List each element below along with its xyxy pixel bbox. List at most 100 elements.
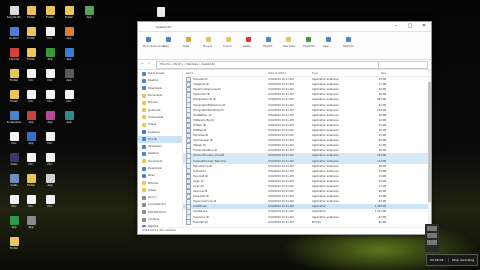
nav-item-label: Local Disk (D:) <box>148 203 167 207</box>
desktop-icon[interactable]: Doc <box>39 194 61 216</box>
nav-item-label: Screenshots <box>148 115 164 119</box>
nav-item[interactable]: OneDrive <box>138 128 182 135</box>
app-icon <box>45 111 55 120</box>
desktop-icon[interactable]: App <box>58 47 80 69</box>
nav-item[interactable]: Videos <box>138 121 182 128</box>
forward-arrow-icon[interactable]: → <box>147 61 150 66</box>
ribbon-icon[interactable] <box>146 37 151 42</box>
nav-item[interactable]: Screenshots <box>138 114 182 121</box>
file-date: 3/19/2019 10:11 AM <box>268 144 294 148</box>
nav-item[interactable]: Desktop <box>138 77 182 84</box>
ribbon-icon[interactable] <box>226 37 231 42</box>
nav-item[interactable]: OS (C:) <box>138 194 182 201</box>
file-type: Application extension <box>312 154 339 158</box>
nav-item-label: CD Drive <box>148 218 160 222</box>
file-icon[interactable] <box>157 7 165 17</box>
file-name: hvax64.exe <box>193 210 208 214</box>
nav-item[interactable]: Downloads <box>138 165 182 172</box>
nav-item-label: JavaScript <box>148 108 161 112</box>
app-icon <box>26 6 36 15</box>
nav-item[interactable]: Quick access <box>138 70 182 77</box>
file-size: 15 KB <box>378 174 386 178</box>
folder-icon <box>142 108 146 113</box>
file-date: 3/19/2019 10:11 AM <box>268 205 294 209</box>
file-name: HrtfDsp.dll <box>193 128 207 132</box>
file-type: Application extension <box>312 98 339 102</box>
nav-item-label: DVD RW Drive <box>148 210 166 214</box>
nav-item-label: Pictures <box>148 181 158 185</box>
file-type: Application extension <box>312 200 339 204</box>
file-date: 3/19/2019 10:11 AM <box>268 195 294 199</box>
nav-item[interactable]: DVD RW Drive <box>138 209 182 216</box>
app-icon <box>9 27 19 36</box>
column-type[interactable]: Type <box>312 72 356 75</box>
file-date: 3/19/2019 10:11 AM <box>268 154 294 158</box>
nav-item[interactable]: Documents <box>138 92 182 99</box>
desktop-icon-label: Doc <box>47 163 53 166</box>
app-icon <box>64 111 74 120</box>
desktop-icon[interactable]: Doc <box>39 131 61 153</box>
file-type: Application extension <box>312 179 339 183</box>
nav-item[interactable]: Pictures <box>138 99 182 106</box>
file-date: 3/19/2019 10:11 AM <box>268 78 294 82</box>
search-input[interactable] <box>378 61 428 69</box>
minimize-button[interactable]: – <box>389 22 403 31</box>
file-size: 67 KB <box>378 215 386 219</box>
file-date: 3/19/2019 10:11 AM <box>268 149 294 153</box>
ribbon-label: New folder <box>283 45 296 48</box>
nav-item[interactable]: This PC <box>138 135 182 143</box>
back-arrow-icon[interactable]: ← <box>141 61 144 66</box>
ribbon-icon[interactable] <box>166 37 171 42</box>
address-bar[interactable]: This PC > OS (C:) > Windows > System32 <box>156 61 379 69</box>
folder-icon <box>142 115 146 120</box>
nav-item[interactable]: CD Drive <box>138 216 182 223</box>
nav-item[interactable]: JavaScript <box>138 106 182 113</box>
desktop-icon[interactable]: Doc <box>58 89 80 111</box>
desktop-icon-label: App <box>66 121 72 124</box>
stop-recording-button[interactable]: Stop recording <box>448 258 474 262</box>
column-date[interactable]: Date modified <box>268 72 312 75</box>
file-size: 30 KB <box>378 149 386 153</box>
file-name: HypervisorCore.dll <box>193 200 217 204</box>
desktop-icon[interactable]: App <box>20 215 42 237</box>
ribbon-icon[interactable] <box>346 37 351 42</box>
ribbon-icon[interactable] <box>186 37 191 42</box>
desktop-icon[interactable]: App <box>58 110 80 132</box>
maximize-button[interactable]: □ <box>403 22 417 31</box>
desktop-icon[interactable]: App <box>78 5 100 27</box>
desktop-icon[interactable]: Folder <box>58 5 80 27</box>
file-size: 26 KB <box>378 93 386 97</box>
nav-item[interactable]: Local Disk (D:) <box>138 201 182 208</box>
file-row[interactable]: hvloader.efi 3/19/2019 10:11 AM EFI File 82… <box>183 219 431 225</box>
nav-item-label: Videos <box>148 188 157 192</box>
desktop-icon-label: App <box>66 58 72 61</box>
ribbon-icon[interactable] <box>246 37 251 42</box>
nav-item[interactable]: Downloads <box>138 85 182 92</box>
nav-item[interactable]: 3D Objects <box>138 143 182 150</box>
recording-toolbar <box>425 224 439 252</box>
desktop-icon[interactable]: App <box>39 173 61 195</box>
nav-item[interactable]: Pictures <box>138 179 182 186</box>
column-size[interactable]: Size <box>356 72 386 75</box>
column-name[interactable]: Name <box>183 72 268 75</box>
desktop-icon[interactable]: App <box>58 26 80 48</box>
nav-item[interactable]: Desktop <box>138 150 182 157</box>
desktop-icon-label: Doc <box>47 205 53 208</box>
desktop-icon-label: Doc <box>28 205 34 208</box>
ribbon-icon[interactable] <box>306 37 311 42</box>
nav-item[interactable]: Music <box>138 172 182 179</box>
ribbon-icon[interactable] <box>286 37 291 42</box>
desktop-icon[interactable]: Folder <box>3 236 25 258</box>
desktop-icon[interactable]: Doc <box>39 152 61 174</box>
ribbon-icon[interactable] <box>266 37 271 42</box>
nav-item[interactable]: Documents <box>138 158 182 165</box>
app-icon <box>45 6 55 15</box>
ribbon-icon[interactable] <box>326 37 331 42</box>
close-button[interactable]: ✕ <box>417 22 431 31</box>
scrollbar-thumb[interactable] <box>428 82 431 202</box>
desktop-icon[interactable]: App <box>58 68 80 90</box>
nav-item[interactable]: Videos <box>138 187 182 194</box>
file-size: 62 KB <box>378 139 386 143</box>
file-date: 3/19/2019 10:11 AM <box>268 123 294 127</box>
ribbon-icon[interactable] <box>206 37 211 42</box>
